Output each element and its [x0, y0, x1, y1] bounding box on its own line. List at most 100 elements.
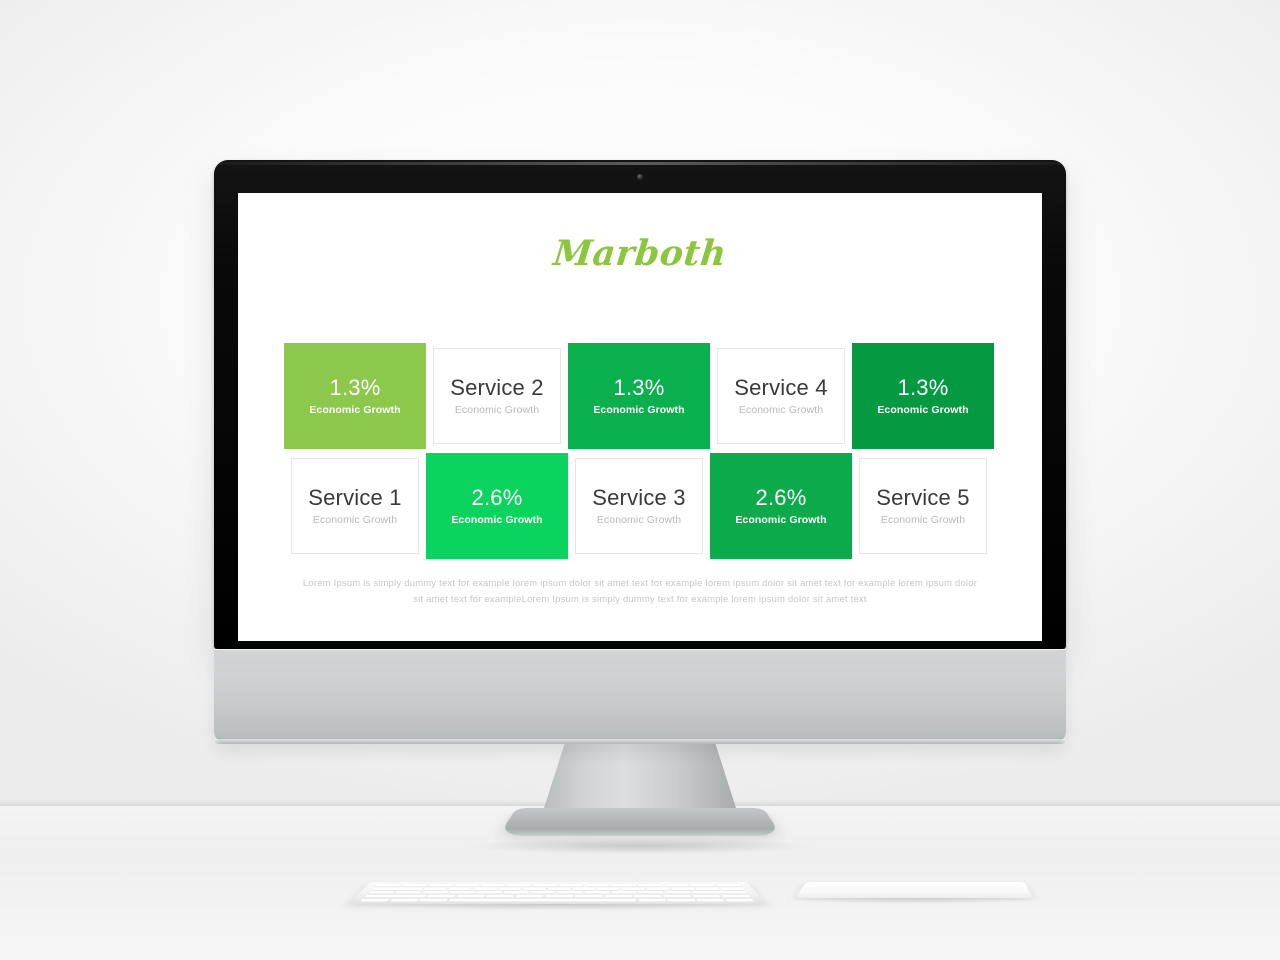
keyboard-key[interactable] [646, 887, 671, 891]
service-card-label: Economic Growth [596, 514, 682, 527]
keyboard-key[interactable] [633, 894, 662, 899]
service-card-label: Economic Growth [454, 404, 540, 417]
keyboard-key[interactable] [394, 891, 422, 895]
service-card[interactable]: Service 3 Economic Growth [575, 458, 703, 554]
service-card-label: Economic Growth [877, 404, 969, 417]
keyboard-key[interactable] [506, 883, 532, 887]
keyboard-key[interactable] [374, 883, 402, 887]
keyboard-key[interactable] [453, 883, 480, 887]
service-card-label: Economic Growth [880, 514, 966, 527]
service-card[interactable]: Service 2 Economic Growth [433, 348, 561, 444]
keyboard-key[interactable] [667, 898, 696, 903]
service-card[interactable]: Service 4 Economic Growth [717, 348, 845, 444]
keyboard-key[interactable] [696, 898, 726, 903]
service-card-value: 2.6% [471, 484, 523, 510]
keyboard-key[interactable] [448, 887, 473, 891]
keyboard-key[interactable] [427, 883, 454, 887]
keyboard-key[interactable] [485, 894, 514, 899]
keyboard-key[interactable] [530, 891, 556, 895]
service-card-value: Service 1 [308, 484, 402, 510]
keyboard-key[interactable] [545, 894, 573, 899]
keyboard-key[interactable] [585, 883, 610, 887]
keyboard-key[interactable] [611, 883, 637, 887]
service-card[interactable]: 1.3% Economic Growth [852, 343, 994, 449]
service-card[interactable]: 1.3% Economic Growth [284, 343, 426, 449]
keyboard-key[interactable] [359, 898, 390, 903]
keyboard-key[interactable] [547, 887, 571, 891]
keyboard-key[interactable] [456, 894, 485, 899]
brand-logo: Marboth [551, 233, 729, 274]
keyboard-key[interactable] [692, 894, 722, 899]
keyboard-key[interactable] [363, 894, 426, 899]
service-card-value: Service 3 [592, 484, 686, 510]
keyboard[interactable] [348, 881, 766, 904]
keyboard-key[interactable] [611, 891, 637, 895]
service-card-value: Service 5 [876, 484, 970, 510]
keyboard-key[interactable] [662, 894, 692, 899]
keyboard-key[interactable] [725, 898, 755, 903]
keyboard-key[interactable] [575, 894, 603, 899]
keyboard-key[interactable] [522, 887, 546, 891]
keyboard-key[interactable] [597, 887, 621, 891]
keyboard-key[interactable] [665, 891, 692, 895]
keyboard-key[interactable] [449, 891, 476, 895]
keyboard-key[interactable] [638, 898, 667, 903]
service-card-value: Service 2 [450, 374, 544, 400]
keyboard-key[interactable] [638, 891, 664, 895]
trackpad[interactable] [795, 881, 1033, 898]
keyboard-key[interactable] [695, 887, 720, 891]
keyboard-key[interactable] [715, 883, 742, 887]
keyboard-key[interactable] [421, 891, 449, 895]
keyboard-key[interactable] [515, 894, 544, 899]
keyboard-key[interactable] [418, 898, 448, 903]
keyboard-key[interactable] [401, 883, 428, 887]
keyboard-key[interactable] [691, 891, 749, 895]
service-card[interactable]: Service 5 Economic Growth [859, 458, 987, 554]
bezel-highlight [217, 162, 1063, 165]
keyboard-key[interactable] [480, 883, 506, 887]
keyboard-key[interactable] [426, 894, 456, 899]
service-card-value: 1.3% [329, 374, 381, 400]
body-paragraph: Lorem Ipsum is simply dummy text for exa… [302, 577, 978, 605]
keyboard-key[interactable] [533, 883, 558, 887]
keyboard-key[interactable] [423, 887, 448, 891]
service-card-value: 1.3% [613, 374, 665, 400]
keyboard-row [359, 898, 755, 903]
keyboard-key[interactable] [367, 891, 395, 895]
keyboard-key[interactable] [621, 887, 646, 891]
keyboard-key[interactable] [604, 894, 633, 899]
keyboard-key[interactable] [689, 883, 716, 887]
keyboard-key[interactable] [473, 887, 497, 891]
keyboard-key[interactable] [584, 891, 610, 895]
keyboard-key[interactable] [557, 891, 583, 895]
service-card[interactable]: Service 1 Economic Growth [291, 458, 419, 554]
keyboard-key[interactable] [721, 894, 752, 899]
keyboard-key[interactable] [663, 883, 690, 887]
presentation-slide: Marboth 1.3% Economic Growth Service 2 Econ… [238, 193, 1042, 641]
keyboard-key[interactable] [448, 898, 637, 903]
keyboard-key[interactable] [371, 887, 423, 891]
keyboard-key[interactable] [572, 887, 596, 891]
keyboard-key[interactable] [503, 891, 529, 895]
keyboard-key[interactable] [497, 887, 522, 891]
service-card-label: Economic Growth [309, 404, 401, 417]
screen[interactable]: Marboth 1.3% Economic Growth Service 2 Econ… [238, 193, 1042, 641]
keyboard-row [371, 887, 745, 891]
webcam-icon [637, 174, 643, 180]
service-card[interactable]: 1.3% Economic Growth [568, 343, 710, 449]
service-card[interactable]: 2.6% Economic Growth [426, 453, 568, 559]
keyboard-key[interactable] [637, 883, 663, 887]
service-card-label: Economic Growth [312, 514, 398, 527]
service-card[interactable]: 2.6% Economic Growth [710, 453, 852, 559]
service-card-label: Economic Growth [735, 514, 827, 527]
keyboard-key[interactable] [720, 887, 745, 891]
service-card-value: 1.3% [897, 374, 949, 400]
keyboard-row [363, 894, 752, 899]
service-card-label: Economic Growth [738, 404, 824, 417]
keyboard-key[interactable] [671, 887, 696, 891]
scene: Marboth 1.3% Economic Growth Service 2 Econ… [0, 0, 1280, 960]
service-card-value: 2.6% [755, 484, 807, 510]
keyboard-key[interactable] [559, 883, 584, 887]
keyboard-key[interactable] [389, 898, 419, 903]
keyboard-key[interactable] [476, 891, 502, 895]
